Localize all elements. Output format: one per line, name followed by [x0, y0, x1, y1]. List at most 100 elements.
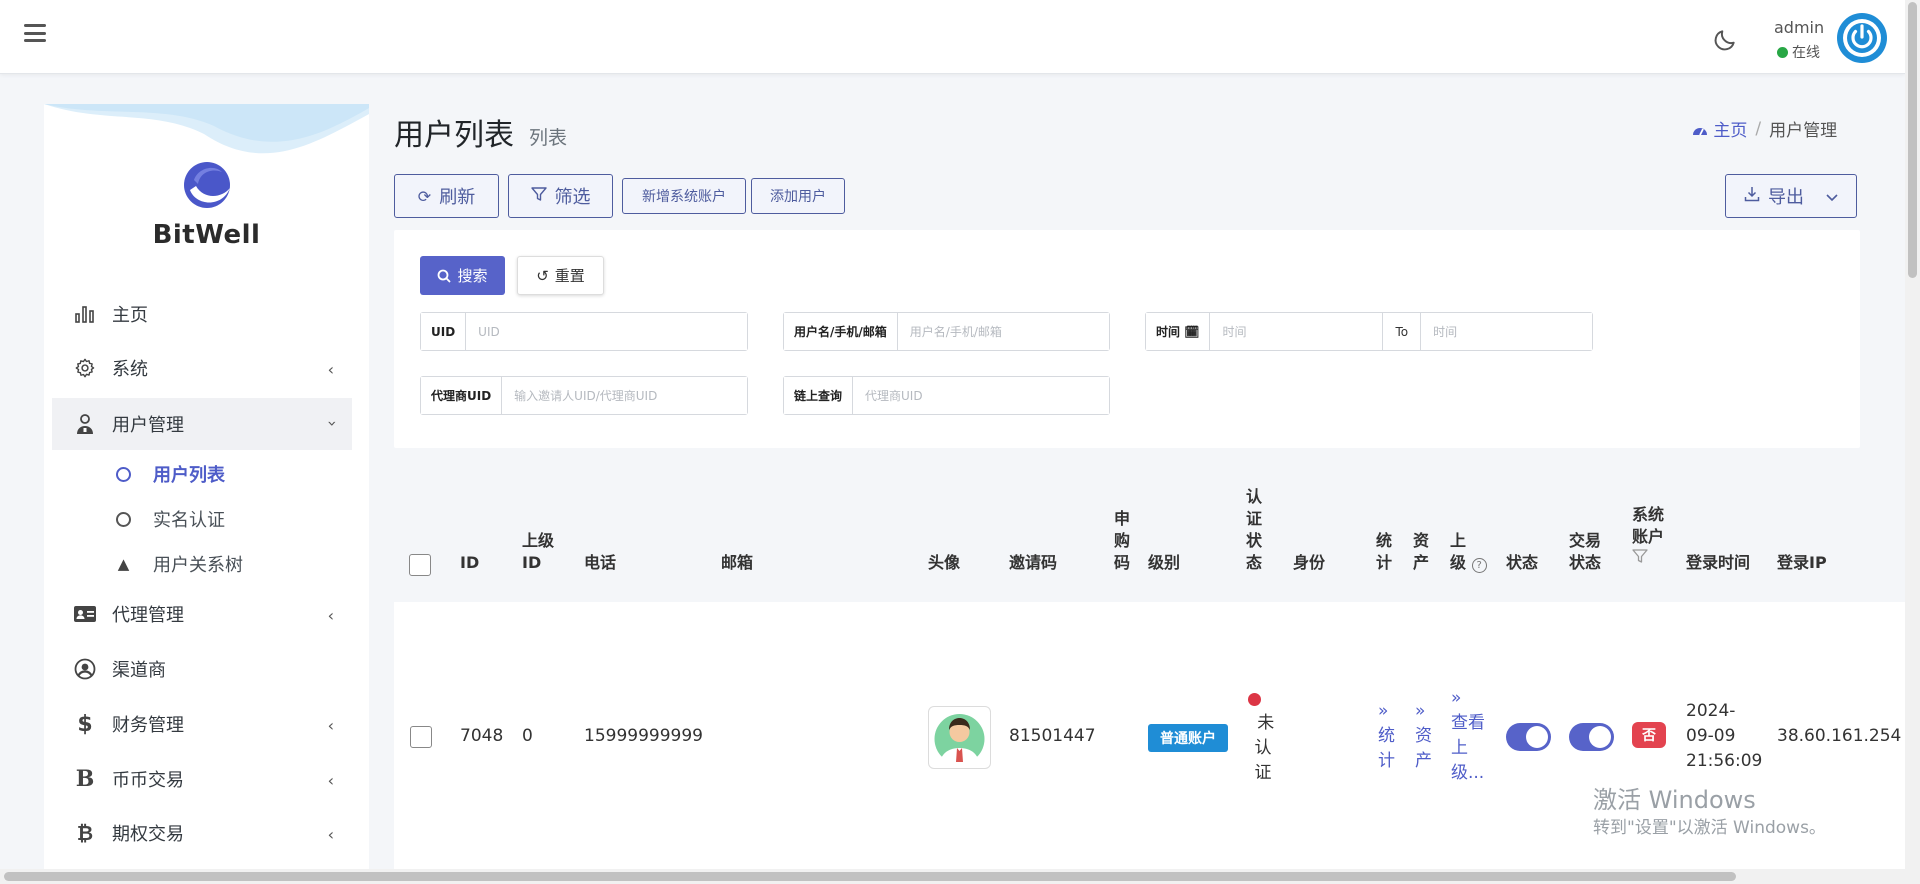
header-invite-code[interactable]: 邀请码 [1009, 552, 1057, 574]
time-start-input[interactable] [1210, 313, 1383, 350]
bitwell-logo-icon [184, 162, 230, 208]
download-icon [1744, 186, 1760, 206]
status-toggle[interactable] [1506, 723, 1551, 751]
row-checkbox[interactable] [410, 726, 432, 748]
header-email[interactable]: 邮箱 [721, 552, 753, 574]
uid-input[interactable] [466, 313, 747, 350]
sidebar-subitem-user-tree[interactable]: ▲ 用户关系树 [116, 546, 243, 582]
windows-activation-watermark: 激活 Windows [1593, 786, 1756, 814]
refresh-button[interactable]: ⟳ 刷新 [394, 174, 499, 218]
bitcoin-icon: ₿ [76, 820, 94, 845]
header-parent: 上级 ? [1450, 530, 1487, 574]
gear-icon [72, 355, 98, 381]
add-user-button[interactable]: 添加用户 [751, 178, 845, 214]
username-field: 用户名/手机/邮箱 [783, 312, 1110, 351]
circle-icon [116, 511, 131, 527]
header-auth-status[interactable]: 认证状态 [1246, 486, 1262, 574]
sidebar-item-spot-trading[interactable]: B 币币交易 ‹ [52, 753, 352, 805]
calendar-icon: 🗓 [1184, 324, 1200, 339]
filter-button[interactable]: 筛选 [508, 174, 613, 218]
sidebar-subitem-user-list[interactable]: 用户列表 [116, 456, 225, 492]
user-doctor-icon [72, 411, 98, 437]
search-icon [438, 269, 452, 283]
vertical-scrollbar[interactable] [1905, 0, 1920, 884]
header-login-time[interactable]: 登录时间 [1686, 552, 1750, 574]
bold-b-icon: B [75, 766, 95, 792]
assets-link[interactable]: » 资产 [1415, 699, 1432, 774]
stats-link[interactable]: » 统计 [1378, 699, 1395, 774]
time-end-input[interactable] [1421, 313, 1592, 350]
refresh-icon: ⟳ [417, 186, 432, 206]
agent-uid-input[interactable] [502, 377, 747, 414]
trade-status-toggle[interactable] [1569, 723, 1614, 751]
page-title: 用户列表 [394, 118, 514, 153]
brand-name: BitWell [152, 220, 261, 250]
sidebar-item-channel[interactable]: 渠道商 [52, 643, 352, 695]
chevron-left-icon: ‹ [327, 360, 334, 379]
chevron-left-icon: ‹ [327, 825, 334, 844]
header-trade-status[interactable]: 交易 状态 [1569, 530, 1601, 574]
chain-query-field: 链上查询 [783, 376, 1110, 415]
sidebar-item-system[interactable]: 系统 ‹ [52, 342, 352, 394]
header-id[interactable]: ID [460, 552, 479, 574]
uid-field: UID [420, 312, 748, 351]
add-system-account-button[interactable]: 新增系统账户 [622, 178, 746, 214]
person-avatar-icon [934, 714, 985, 765]
windows-activation-hint: 转到"设置"以激活 Windows。 [1593, 818, 1826, 838]
header-status[interactable]: 状态 [1506, 552, 1538, 574]
sidebar-item-user-management[interactable]: 用户管理 ‹ [52, 398, 352, 450]
cell-id: 7048 [460, 726, 504, 746]
chain-query-input[interactable] [853, 377, 1109, 414]
dark-mode-moon-icon[interactable] [1712, 27, 1738, 53]
breadcrumb-home[interactable]: 主页 [1692, 116, 1747, 141]
breadcrumb-current: 用户管理 [1769, 121, 1838, 141]
cell-login-ip: 38.60.161.254 [1777, 726, 1902, 746]
sidebar-subitem-real-name-auth[interactable]: 实名认证 [116, 501, 225, 537]
user-avatar[interactable] [928, 706, 991, 769]
sidebar-item-home[interactable]: 主页 [52, 288, 352, 340]
online-dot-icon [1777, 46, 1788, 58]
sidebar-item-options-trading[interactable]: ₿ 期权交易 ‹ [52, 807, 352, 859]
undo-icon: ↺ [536, 266, 549, 285]
filter-icon [530, 186, 547, 206]
cell-phone: 15999999999 [584, 726, 703, 746]
sidebar-item-agent-management[interactable]: 代理管理 ‹ [52, 588, 352, 640]
user-name: admin [1774, 18, 1825, 37]
username-input[interactable] [897, 313, 1109, 350]
horizontal-scrollbar-thumb[interactable] [4, 872, 1736, 881]
page-subtitle: 列表 [529, 127, 568, 149]
header-login-ip[interactable]: 登录IP [1777, 552, 1827, 574]
sidebar-item-finance[interactable]: $ 财务管理 ‹ [52, 698, 352, 750]
header-identity[interactable]: 身份 [1293, 552, 1325, 574]
filter-icon[interactable] [1632, 549, 1648, 568]
chevron-down-icon: ‹ [321, 420, 341, 427]
header-level[interactable]: 级别 [1148, 552, 1180, 574]
select-all-checkbox[interactable] [409, 554, 431, 576]
cell-auth-status: 未认证 [1254, 713, 1275, 783]
search-button[interactable]: 搜索 [420, 256, 505, 295]
export-dropdown-button[interactable]: 导出 [1725, 174, 1857, 218]
unverified-dot-icon [1248, 693, 1261, 706]
chevron-left-icon: ‹ [327, 606, 334, 625]
chevron-left-icon: ‹ [327, 771, 334, 790]
view-parent-link[interactable]: » 查看上级... [1451, 686, 1485, 786]
circle-icon [116, 466, 131, 482]
header-parent-id[interactable]: 上级 ID [522, 530, 554, 574]
user-online-status: 在线 [1777, 42, 1820, 62]
breadcrumb: 主页 / 用户管理 [1692, 116, 1837, 141]
question-circle-icon[interactable]: ? [1471, 558, 1487, 573]
vertical-scrollbar-thumb[interactable] [1908, 2, 1917, 278]
sidebar: BitWell 主页 系统 ‹ 用户管理 ‹ 用户列表 实名认证 ▲ 用户关系树… [44, 104, 369, 869]
cell-invite-code: 81501447 [1009, 726, 1096, 746]
horizontal-scrollbar[interactable] [0, 869, 1905, 884]
chevron-left-icon: ‹ [327, 716, 334, 735]
chevron-down-icon [1826, 187, 1838, 206]
menu-toggle-icon[interactable] [24, 24, 46, 42]
header-system-account[interactable]: 系统 账户 [1632, 504, 1664, 570]
level-badge: 普通账户 [1148, 724, 1228, 752]
user-avatar-power-icon[interactable] [1837, 13, 1887, 63]
user-circle-icon [72, 656, 98, 682]
header-phone[interactable]: 电话 [584, 552, 616, 574]
header-subscribe-code[interactable]: 申购码 [1114, 508, 1130, 574]
reset-button[interactable]: ↺ 重置 [517, 256, 604, 295]
